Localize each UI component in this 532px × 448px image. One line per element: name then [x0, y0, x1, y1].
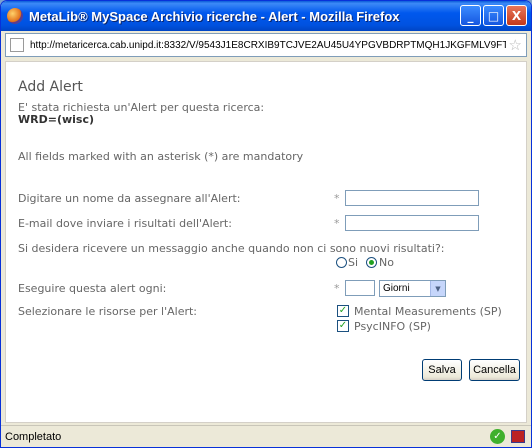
frequency-input[interactable]: [345, 280, 375, 296]
radio-yes-label: Si: [348, 256, 359, 269]
status-bar: Completato ✓: [1, 425, 531, 447]
resource-label-mental-measurements: Mental Measurements (SP): [354, 305, 502, 318]
radio-no[interactable]: [366, 257, 377, 268]
alert-name-asterisk: *: [334, 192, 340, 205]
url-field[interactable]: http://metaricerca.cab.unipd.it:8332/V/9…: [30, 40, 506, 51]
close-button[interactable]: X: [506, 5, 527, 26]
address-bar[interactable]: http://metaricerca.cab.unipd.it:8332/V/9…: [5, 33, 527, 57]
resource-label-psycinfo: PsycINFO (SP): [354, 320, 431, 333]
page-title: Add Alert: [18, 79, 83, 95]
browser-window: MetaLib® MySpace Archivio ricerche - Ale…: [0, 0, 532, 448]
cancel-button[interactable]: Cancella: [469, 359, 520, 381]
resource-checkbox-psycinfo[interactable]: ✓: [337, 320, 349, 332]
window-controls: _ □ X: [460, 5, 527, 26]
alert-name-input[interactable]: [345, 190, 479, 206]
save-button[interactable]: Salva: [422, 359, 462, 381]
maximize-button[interactable]: □: [483, 5, 504, 26]
title-bar[interactable]: MetaLib® MySpace Archivio ricerche - Ale…: [1, 1, 531, 31]
firefox-icon: [7, 8, 23, 24]
window-title: MetaLib® MySpace Archivio ricerche - Ale…: [29, 8, 400, 24]
alert-name-label: Digitare un nome da assegnare all'Alert:: [18, 192, 241, 205]
frequency-asterisk: *: [334, 282, 340, 295]
notify-label: Si desidera ricevere un messaggio anche …: [18, 242, 445, 255]
resources-label: Selezionare le risorse per l'Alert:: [18, 305, 198, 318]
resource-checkbox-mental-measurements[interactable]: ✓: [337, 305, 349, 317]
page-icon: [10, 38, 24, 52]
email-label: E-mail dove inviare i risultati dell'Ale…: [18, 217, 232, 230]
frequency-unit-value: Giorni: [383, 283, 410, 294]
radio-yes[interactable]: [336, 257, 347, 268]
radio-no-label: No: [379, 256, 394, 269]
email-input[interactable]: [345, 215, 479, 231]
chevron-down-icon[interactable]: ▼: [430, 281, 445, 296]
frequency-unit-select[interactable]: Giorni ▼: [379, 280, 446, 297]
check-icon: ✓: [490, 429, 505, 444]
status-text: Completato: [5, 430, 62, 443]
minimize-button[interactable]: _: [460, 5, 481, 26]
email-asterisk: *: [334, 217, 340, 230]
search-query: WRD=(wisc): [18, 113, 95, 126]
addon-icon[interactable]: [511, 430, 525, 443]
bookmark-star-icon[interactable]: ☆: [509, 36, 522, 54]
frequency-label: Eseguire questa alert ogni:: [18, 282, 167, 295]
mandatory-note: All fields marked with an asterisk (*) a…: [18, 150, 304, 163]
page-content: Add Alert E' stata richiesta un'Alert pe…: [5, 61, 527, 423]
